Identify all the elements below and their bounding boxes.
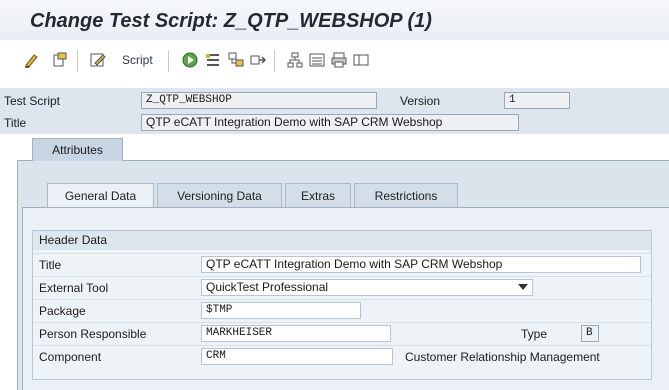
layout-icon[interactable] bbox=[351, 50, 371, 70]
print-icon[interactable] bbox=[329, 50, 349, 70]
component-label: Component bbox=[39, 350, 102, 364]
type-label: Type bbox=[521, 327, 548, 341]
display-change-icon[interactable] bbox=[22, 50, 42, 70]
toolbar-separator bbox=[274, 50, 275, 72]
edit-icon[interactable] bbox=[88, 50, 108, 70]
toolbar-separator bbox=[168, 50, 169, 72]
window-title: Change Test Script: Z_QTP_WEBSHOP (1) bbox=[30, 10, 432, 32]
package-field[interactable]: $TMP bbox=[201, 302, 361, 319]
version-field[interactable]: 1 bbox=[504, 92, 570, 109]
hd-title-field[interactable]: QTP eCATT Integration Demo with SAP CRM … bbox=[201, 256, 641, 273]
form-row: Title QTP eCATT Integration Demo with SA… bbox=[33, 253, 651, 277]
list-icon[interactable] bbox=[307, 50, 327, 70]
script-button[interactable]: Script bbox=[122, 53, 153, 67]
title-field[interactable]: QTP eCATT Integration Demo with SAP CRM … bbox=[141, 114, 519, 131]
chevron-down-icon[interactable] bbox=[518, 284, 528, 290]
title-label: Title bbox=[4, 116, 27, 130]
external-tool-value: QuickTest Professional bbox=[206, 280, 329, 294]
type-field[interactable]: B bbox=[581, 325, 599, 342]
package-label: Package bbox=[39, 304, 86, 318]
execute-icon[interactable] bbox=[180, 50, 200, 70]
hierarchy-icon[interactable] bbox=[285, 50, 305, 70]
hd-title-label: Title bbox=[39, 258, 62, 272]
tab-versioning-data[interactable]: Versioning Data bbox=[157, 183, 282, 208]
tab-attributes[interactable]: Attributes bbox=[32, 138, 123, 161]
test-script-field[interactable]: Z_QTP_WEBSHOP bbox=[141, 92, 377, 109]
component-description: Customer Relationship Management bbox=[405, 350, 600, 364]
script-header-area: Test Script Z_QTP_WEBSHOP Version 1 Titl… bbox=[0, 88, 669, 134]
group-title: Header Data bbox=[33, 231, 651, 250]
tab-extras[interactable]: Extras bbox=[285, 183, 351, 208]
form-row: Component CRM Customer Relationship Mana… bbox=[33, 345, 651, 369]
tab-restrictions[interactable]: Restrictions bbox=[354, 183, 458, 208]
version-label: Version bbox=[400, 94, 441, 108]
external-tool-label: External Tool bbox=[39, 281, 109, 295]
form-row: External Tool QuickTest Professional bbox=[33, 276, 651, 300]
external-tool-select[interactable]: QuickTest Professional bbox=[201, 279, 533, 296]
person-responsible-field[interactable]: MARKHEISER bbox=[201, 325, 391, 342]
form-row: Package $TMP bbox=[33, 299, 651, 323]
navigation-icon[interactable] bbox=[248, 50, 268, 70]
test-script-label: Test Script bbox=[4, 94, 61, 108]
person-responsible-label: Person Responsible bbox=[39, 327, 147, 341]
form-row: Person Responsible MARKHEISER Type B bbox=[33, 322, 651, 346]
application-toolbar: Script bbox=[0, 42, 669, 82]
header-data-group: Header Data Title QTP eCATT Integration … bbox=[32, 230, 652, 380]
title-bar: Change Test Script: Z_QTP_WEBSHOP (1) bbox=[0, 0, 669, 40]
other-object-icon[interactable] bbox=[50, 50, 70, 70]
tab-general-data[interactable]: General Data bbox=[47, 183, 154, 209]
toolbar-separator bbox=[77, 50, 78, 72]
structure-icon[interactable] bbox=[226, 50, 246, 70]
pattern-icon[interactable] bbox=[203, 50, 223, 70]
component-field[interactable]: CRM bbox=[201, 348, 393, 365]
